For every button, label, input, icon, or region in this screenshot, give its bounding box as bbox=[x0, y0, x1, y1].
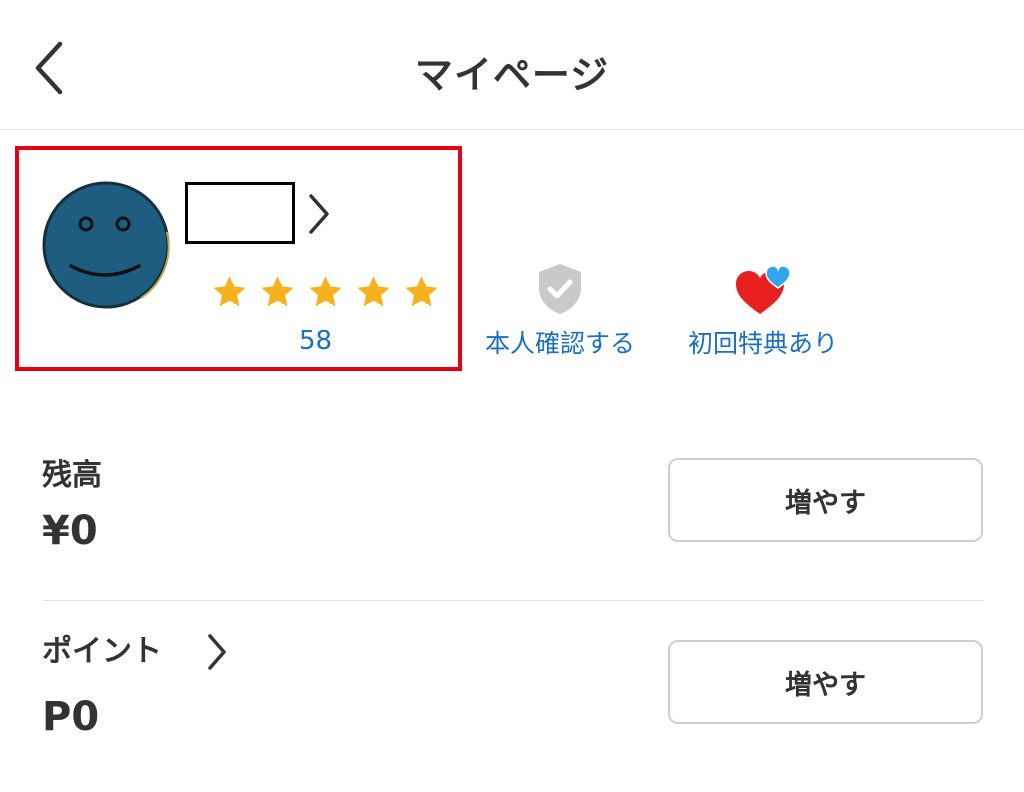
identity-verify-label: 本人確認する bbox=[484, 329, 635, 358]
star-icon bbox=[357, 276, 390, 307]
star-icon bbox=[261, 276, 294, 307]
points-label[interactable]: ポイント bbox=[42, 626, 162, 670]
balance-value: ¥0 bbox=[42, 508, 98, 554]
shield-check-icon bbox=[539, 264, 581, 314]
points-row: ポイント P0 増やす bbox=[42, 600, 984, 780]
increase-balance-button[interactable]: 増やす bbox=[668, 458, 983, 542]
chevron-right-icon[interactable] bbox=[204, 632, 230, 672]
user-name-box bbox=[185, 182, 295, 244]
avatar bbox=[41, 180, 171, 310]
first-time-benefit-badge[interactable]: 初回特典あり bbox=[680, 262, 846, 360]
rating-stars bbox=[211, 274, 440, 311]
star-icon bbox=[405, 276, 438, 307]
first-time-benefit-label: 初回特典あり bbox=[687, 329, 838, 358]
increase-points-button[interactable]: 増やす bbox=[668, 640, 983, 724]
points-value: P0 bbox=[42, 694, 100, 740]
chevron-right-icon bbox=[305, 192, 333, 236]
smiley-face-icon bbox=[42, 181, 170, 309]
balance-label: 残高 bbox=[42, 458, 102, 493]
header: マイページ bbox=[0, 0, 1024, 130]
star-icon bbox=[309, 276, 342, 307]
balance-section: 残高 ¥0 増やす ポイント P0 増やす bbox=[42, 420, 984, 780]
page-title: マイページ bbox=[414, 53, 610, 97]
rating-count: 58 bbox=[299, 326, 333, 356]
profile-card[interactable]: 58 bbox=[15, 146, 462, 371]
star-icon bbox=[213, 276, 246, 307]
my-page-screen: マイページ 58 本人確認する 初回特典あり 残高 ¥0 増やす ポイント P0… bbox=[0, 0, 1024, 792]
identity-verify-badge[interactable]: 本人確認する bbox=[476, 262, 644, 360]
hearts-icon bbox=[736, 265, 791, 314]
balance-row: 残高 ¥0 増やす bbox=[42, 420, 984, 601]
